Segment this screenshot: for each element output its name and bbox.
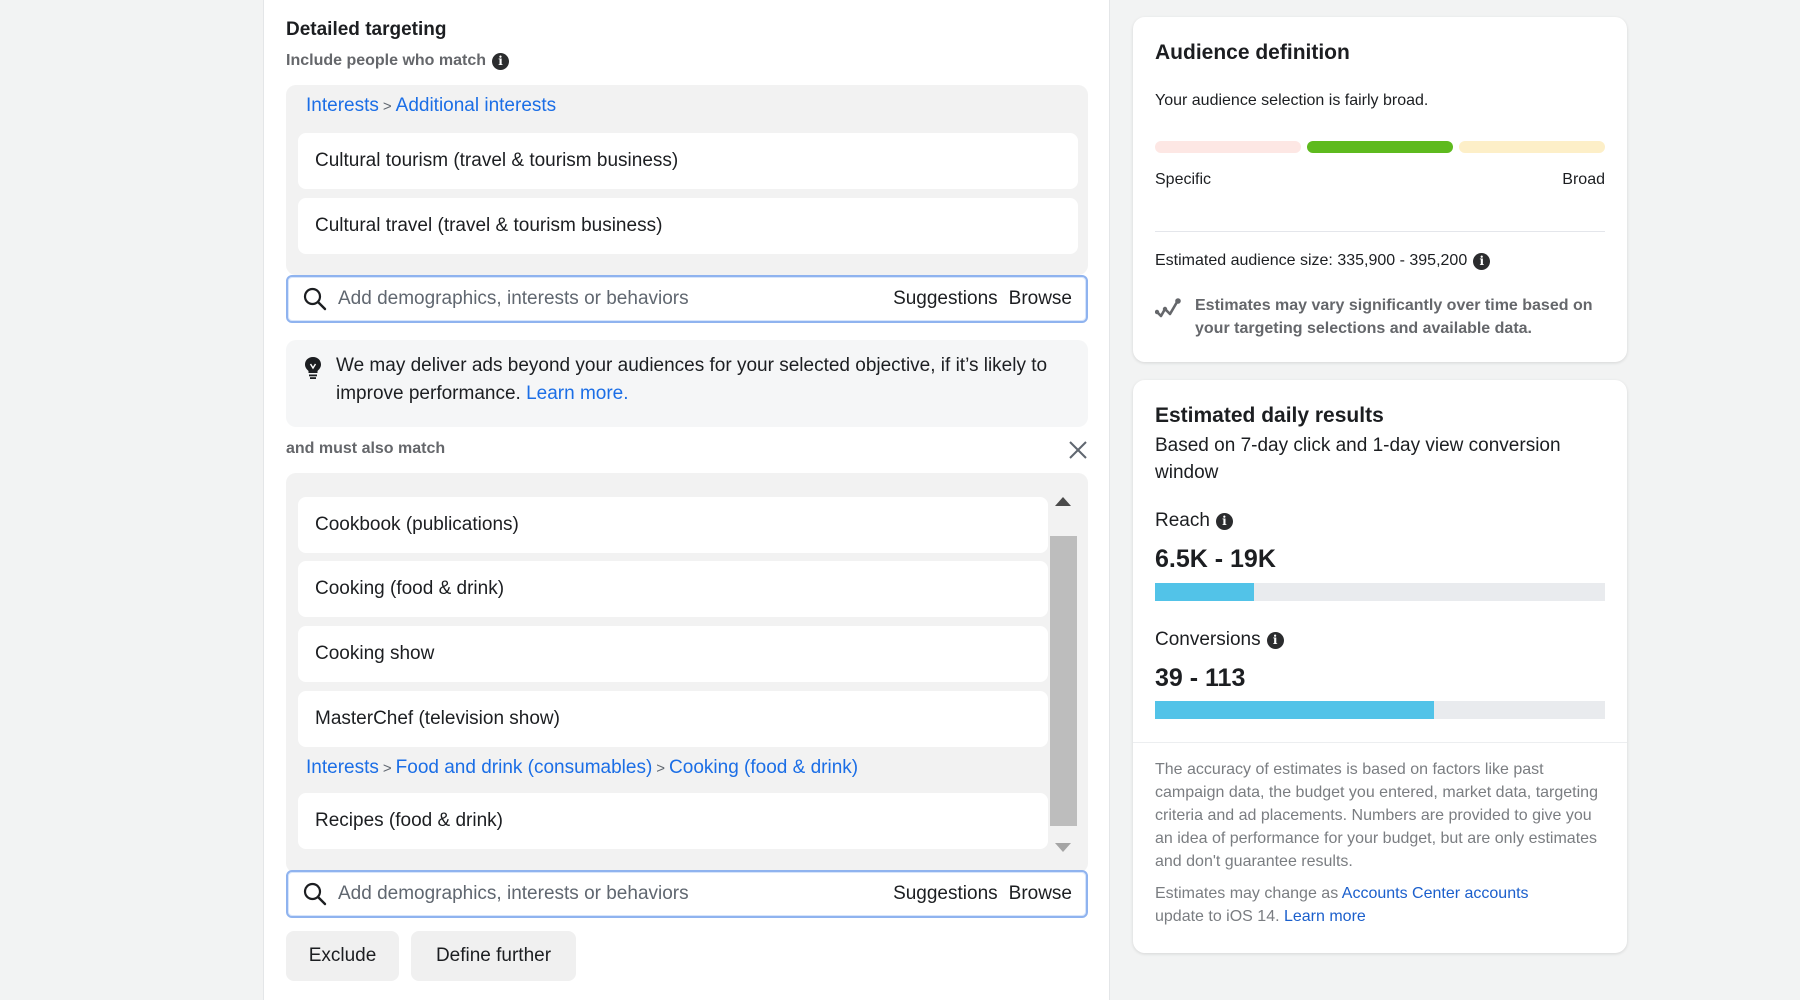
must-match-search-box: Suggestions Browse bbox=[286, 870, 1088, 918]
accuracy-disclaimer: The accuracy of estimates is based on fa… bbox=[1155, 761, 1598, 870]
suggestions-button[interactable]: Suggestions bbox=[893, 288, 998, 310]
include-label-text: Include people who match bbox=[286, 52, 487, 69]
must-match-search-input[interactable] bbox=[338, 883, 894, 905]
specific-label: Specific bbox=[1155, 171, 1212, 188]
reach-label-text: Reach bbox=[1155, 510, 1210, 531]
include-group: Interests > Additional interests Cultural … bbox=[286, 85, 1088, 275]
close-icon[interactable] bbox=[1066, 438, 1090, 462]
targeting-item[interactable]: Cookbook (publications) bbox=[298, 497, 1048, 553]
meter-segment-specific bbox=[1155, 141, 1301, 153]
trend-line-icon bbox=[1154, 297, 1183, 324]
audience-definition-title: Audience definition bbox=[1155, 41, 1350, 64]
breadcrumb-separator: > bbox=[382, 760, 392, 777]
breadcrumb-separator: > bbox=[382, 98, 392, 115]
breadcrumb-link[interactable]: Additional interests bbox=[396, 95, 557, 116]
search-icon bbox=[302, 286, 328, 312]
must-match-label: and must also match bbox=[286, 440, 446, 457]
info-icon[interactable]: i bbox=[1215, 512, 1233, 530]
targeting-item[interactable]: Cultural travel (travel & tourism busine… bbox=[298, 198, 1078, 254]
browse-button[interactable]: Browse bbox=[1009, 288, 1072, 310]
estimate-warning: Estimates may vary significantly over ti… bbox=[1195, 297, 1593, 337]
scrollbar[interactable] bbox=[1047, 487, 1077, 857]
divider bbox=[1155, 231, 1605, 232]
audience-definition-card: Audience definition Your audience select… bbox=[1133, 17, 1627, 362]
targeting-item[interactable]: Cooking (food & drink) bbox=[298, 561, 1048, 617]
section-title: Detailed targeting bbox=[286, 19, 447, 40]
conversions-label: Conversions i bbox=[1155, 629, 1284, 651]
reach-bar bbox=[1155, 583, 1605, 601]
breadcrumb: Interests > Food and drink (consumables) > C… bbox=[306, 757, 858, 779]
broad-label: Broad bbox=[1562, 171, 1605, 188]
breadcrumb-link[interactable]: Interests bbox=[306, 95, 379, 116]
daily-results-subtitle: Based on 7-day click and 1-day view conv… bbox=[1155, 435, 1561, 483]
ios-note: Estimates may change as Accounts Center … bbox=[1155, 882, 1610, 928]
breadcrumb: Interests > Additional interests bbox=[306, 95, 556, 117]
accounts-center-link[interactable]: Accounts Center accounts bbox=[1342, 885, 1529, 902]
conversions-bar-fill bbox=[1155, 701, 1434, 719]
reach-value: 6.5K - 19K bbox=[1155, 545, 1276, 573]
meter-segment-broad bbox=[1459, 141, 1605, 153]
breadcrumb-link[interactable]: Interests bbox=[306, 757, 379, 778]
audience-size: Estimated audience size: 335,900 - 395,2… bbox=[1155, 252, 1491, 270]
notice-text: We may deliver ads beyond your audiences… bbox=[336, 355, 1048, 404]
info-icon[interactable]: i bbox=[492, 52, 510, 70]
estimated-daily-results-card: Estimated daily results Based on 7-day c… bbox=[1133, 380, 1627, 953]
reach-bar-fill bbox=[1155, 583, 1254, 601]
define-further-button[interactable]: Define further bbox=[411, 931, 576, 981]
audience-breadth-meter bbox=[1155, 141, 1605, 153]
learn-more-link[interactable]: Learn more bbox=[1284, 908, 1366, 925]
breadcrumb-link[interactable]: Cooking (food & drink) bbox=[669, 757, 858, 778]
ios-note-suffix: update to iOS 14. bbox=[1155, 908, 1280, 925]
targeting-item[interactable]: Cultural tourism (travel & tourism busin… bbox=[298, 133, 1078, 189]
targeting-item[interactable]: MasterChef (television show) bbox=[298, 691, 1048, 747]
targeting-item[interactable]: Cooking show bbox=[298, 626, 1048, 682]
info-icon[interactable]: i bbox=[1266, 631, 1284, 649]
ios-note-prefix: Estimates may change as bbox=[1155, 885, 1339, 902]
meter-segment-defined bbox=[1307, 141, 1453, 153]
targeting-search-input[interactable] bbox=[338, 288, 894, 310]
search-icon bbox=[302, 881, 328, 907]
info-icon[interactable]: i bbox=[1473, 252, 1491, 270]
scroll-down-arrow-icon[interactable] bbox=[1055, 843, 1071, 852]
conversions-label-text: Conversions bbox=[1155, 629, 1261, 650]
expansion-notice: We may deliver ads beyond your audiences… bbox=[286, 340, 1088, 427]
targeting-search-box: Suggestions Browse bbox=[286, 275, 1088, 323]
scroll-up-arrow-icon[interactable] bbox=[1055, 497, 1071, 506]
learn-more-link[interactable]: Learn more. bbox=[526, 383, 628, 404]
audience-size-text: Estimated audience size: 335,900 - 395,2… bbox=[1155, 252, 1468, 269]
conversions-bar bbox=[1155, 701, 1605, 719]
audience-summary: Your audience selection is fairly broad. bbox=[1155, 92, 1429, 109]
include-label: Include people who match i bbox=[286, 52, 510, 70]
divider bbox=[1133, 742, 1627, 743]
targeting-item[interactable]: Recipes (food & drink) bbox=[298, 793, 1048, 849]
detailed-targeting-panel: Detailed targeting Include people who ma… bbox=[263, 0, 1110, 1000]
breadcrumb-link[interactable]: Food and drink (consumables) bbox=[396, 757, 653, 778]
lightbulb-icon bbox=[304, 356, 322, 389]
exclude-button[interactable]: Exclude bbox=[286, 931, 399, 981]
suggestions-button[interactable]: Suggestions bbox=[893, 883, 998, 905]
scrollbar-thumb[interactable] bbox=[1050, 536, 1077, 826]
browse-button[interactable]: Browse bbox=[1009, 883, 1072, 905]
breadcrumb-separator: > bbox=[656, 760, 666, 777]
daily-results-title: Estimated daily results bbox=[1155, 404, 1384, 427]
reach-label: Reach i bbox=[1155, 510, 1233, 532]
conversions-value: 39 - 113 bbox=[1155, 664, 1246, 692]
must-match-group: Cookbook (publications) Cooking (food & … bbox=[286, 473, 1088, 873]
